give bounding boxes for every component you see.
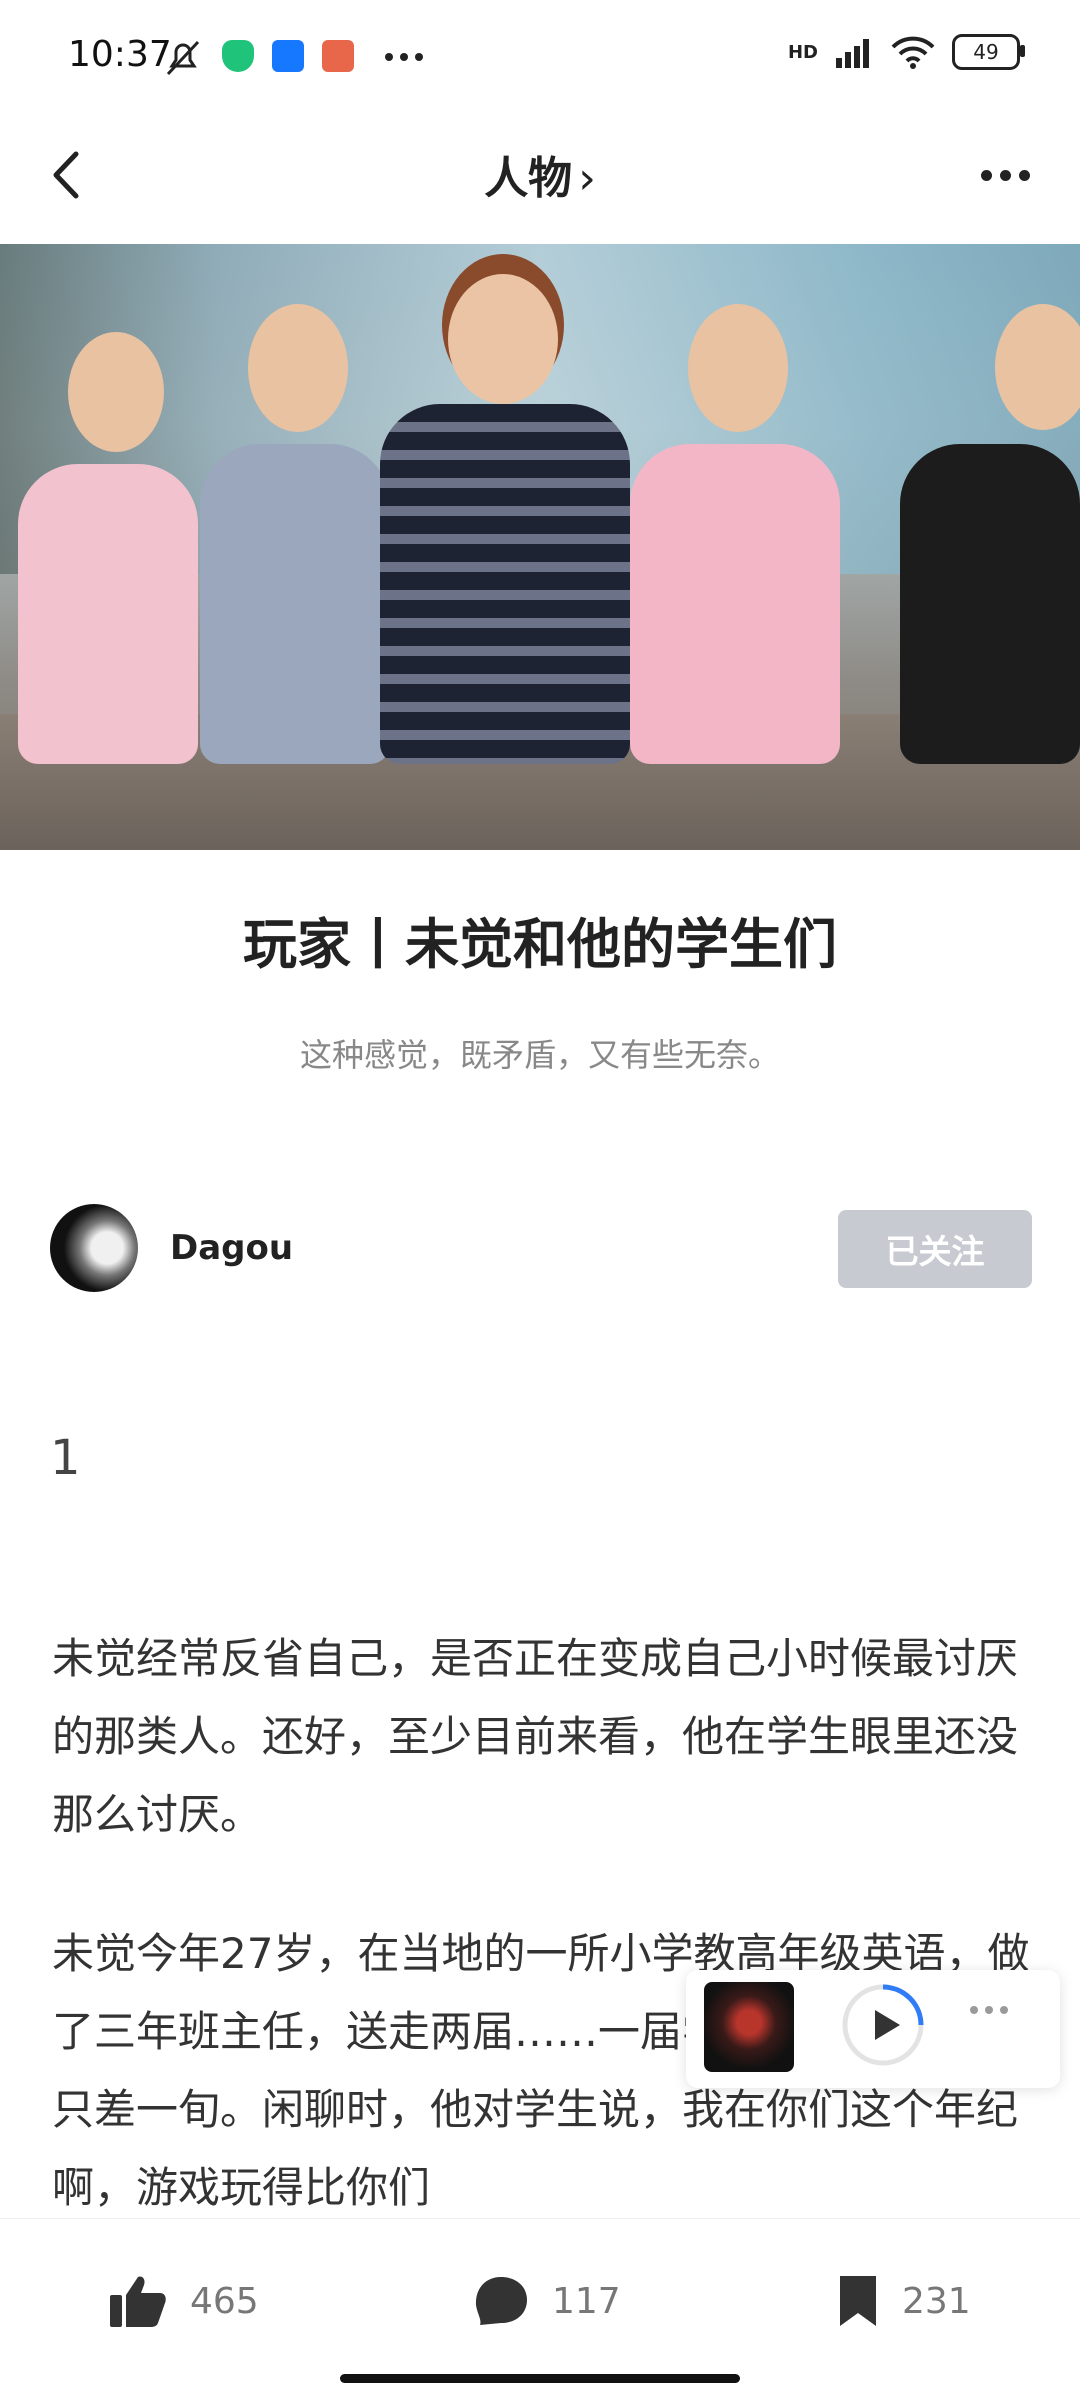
status-time: 10:37 bbox=[68, 34, 172, 75]
dot bbox=[980, 169, 992, 181]
photo-head bbox=[688, 304, 788, 432]
section-number: 1 bbox=[50, 1430, 81, 1486]
wifi-icon bbox=[891, 36, 935, 69]
top-nav: 人物 › bbox=[0, 118, 1080, 244]
battery-level: 49 bbox=[973, 40, 999, 64]
mute-bell-icon bbox=[166, 40, 200, 76]
photo-person bbox=[380, 404, 630, 764]
author-name[interactable]: Dagou bbox=[170, 1228, 293, 1268]
comment-count: 117 bbox=[552, 2280, 621, 2322]
channel-title-link[interactable]: 人物 › bbox=[0, 142, 1080, 206]
photo-person bbox=[630, 444, 840, 764]
dot bbox=[985, 2006, 993, 2014]
dot bbox=[1000, 2006, 1008, 2014]
like-button[interactable]: 465 bbox=[108, 2273, 259, 2329]
photo-person bbox=[18, 464, 198, 764]
follow-button[interactable]: 已关注 bbox=[838, 1210, 1032, 1288]
thumbs-up-icon bbox=[110, 2276, 166, 2327]
cover-photo bbox=[0, 244, 1080, 850]
floating-audio-player[interactable] bbox=[686, 1970, 1060, 2088]
article-subtitle: 这种感觉，既矛盾，又有些无奈。 bbox=[299, 1036, 780, 1074]
author-avatar[interactable] bbox=[50, 1204, 138, 1292]
dot bbox=[970, 2006, 978, 2014]
channel-title: 人物 bbox=[484, 153, 573, 204]
bookmark-button[interactable]: 231 bbox=[836, 2273, 971, 2329]
dot bbox=[1018, 169, 1030, 181]
mi-icon bbox=[322, 40, 354, 72]
photo-person bbox=[900, 444, 1080, 764]
home-indicator[interactable] bbox=[340, 2374, 740, 2383]
status-right-group: HD 49 bbox=[787, 34, 1025, 70]
bookmark-count: 231 bbox=[902, 2280, 971, 2322]
network-label: HD bbox=[787, 41, 818, 63]
shield-app-icon bbox=[222, 40, 254, 72]
photo-head bbox=[995, 304, 1080, 430]
comment-button[interactable]: 117 bbox=[472, 2273, 621, 2329]
chevron-right-icon: › bbox=[578, 153, 596, 204]
more-dots-icon bbox=[385, 53, 423, 61]
paragraph: 未觉经常反省自己，是否正在变成自己小时候最讨厌的那类人。还好，至少目前来看，他在… bbox=[52, 1634, 1019, 1839]
more-button[interactable] bbox=[970, 140, 1040, 210]
player-more-button[interactable] bbox=[970, 2006, 1008, 2014]
like-count: 465 bbox=[190, 2280, 259, 2322]
signal-icon bbox=[836, 39, 869, 68]
alipay-icon bbox=[272, 40, 304, 72]
article-title: 玩家丨未觉和他的学生们 bbox=[243, 913, 837, 976]
photo-head bbox=[68, 332, 164, 452]
player-cover-art[interactable] bbox=[704, 1982, 794, 2072]
photo-head bbox=[448, 274, 558, 404]
bookmark-icon bbox=[840, 2276, 876, 2326]
battery-icon: 49 bbox=[952, 34, 1025, 70]
play-icon[interactable] bbox=[840, 1982, 926, 2068]
comment-bubble-icon bbox=[475, 2277, 527, 2325]
dot bbox=[999, 169, 1011, 181]
status-bar: 10:37 HD 49 bbox=[0, 0, 1080, 118]
photo-head bbox=[248, 304, 348, 432]
photo-person bbox=[200, 444, 390, 764]
